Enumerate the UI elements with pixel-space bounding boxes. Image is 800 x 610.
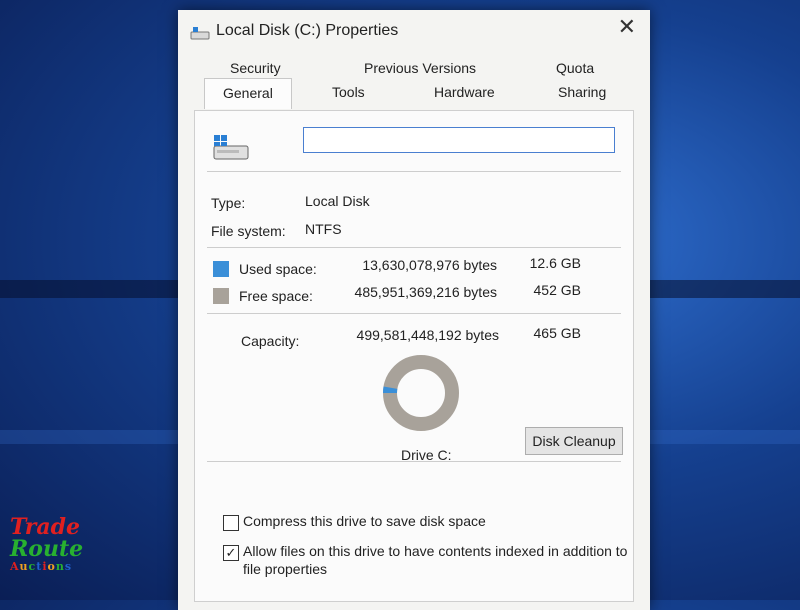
app-disk-icon [190, 26, 210, 45]
capacity-label: Capacity: [241, 333, 300, 349]
logo-word-trade: Trade [10, 514, 80, 540]
logo-word-auctions: Auctions [10, 560, 73, 573]
free-space-bytes: 485,951,369,216 bytes [354, 284, 497, 300]
trade-route-auctions-logo: Trade Route Auctions [10, 514, 84, 574]
index-checkbox[interactable]: ✓ [223, 545, 239, 561]
disk-cleanup-button[interactable]: Disk Cleanup [525, 427, 623, 455]
free-space-label: Free space: [239, 288, 313, 304]
free-space-ring [383, 355, 459, 431]
window-title: Local Disk (C:) Properties [216, 22, 399, 39]
used-space-gb: 12.6 GB [529, 255, 581, 271]
properties-dialog: Local Disk (C:) Properties ✕ Security Pr… [178, 10, 650, 610]
used-space-label: Used space: [239, 261, 317, 277]
close-icon[interactable]: ✕ [618, 14, 636, 40]
tab-previous-versions[interactable]: Previous Versions [364, 60, 476, 76]
tab-quota[interactable]: Quota [556, 60, 594, 76]
tab-sharing[interactable]: Sharing [558, 84, 606, 100]
compress-checkbox[interactable] [223, 515, 239, 531]
divider [207, 461, 621, 462]
file-system-label: File system: [211, 223, 286, 239]
tab-security[interactable]: Security [230, 60, 281, 76]
capacity-gb: 465 GB [533, 325, 581, 341]
free-space-swatch [213, 288, 229, 304]
usage-donut-chart [383, 355, 459, 431]
title-bar[interactable]: Local Disk (C:) Properties ✕ [178, 10, 650, 50]
capacity-bytes: 499,581,448,192 bytes [356, 327, 499, 343]
general-panel: Type: Local Disk File system: NTFS Used … [194, 110, 634, 602]
file-system-value: NTFS [305, 221, 342, 237]
logo-word-route: Route [10, 536, 84, 562]
tab-general[interactable]: General [204, 78, 292, 109]
index-label-line1[interactable]: Allow files on this drive to have conten… [243, 543, 627, 559]
tab-tools[interactable]: Tools [332, 84, 365, 100]
tab-hardware[interactable]: Hardware [434, 84, 495, 100]
index-label-line2[interactable]: file properties [243, 561, 327, 577]
compress-label[interactable]: Compress this drive to save disk space [243, 513, 486, 529]
type-value: Local Disk [305, 193, 370, 209]
drive-name-input[interactable] [303, 127, 615, 153]
divider [207, 171, 621, 172]
used-space-bytes: 13,630,078,976 bytes [362, 257, 497, 273]
type-label: Type: [211, 195, 246, 211]
divider [207, 313, 621, 314]
free-space-gb: 452 GB [533, 282, 581, 298]
drive-icon [211, 133, 251, 168]
used-space-swatch [213, 261, 229, 277]
divider [207, 247, 621, 248]
